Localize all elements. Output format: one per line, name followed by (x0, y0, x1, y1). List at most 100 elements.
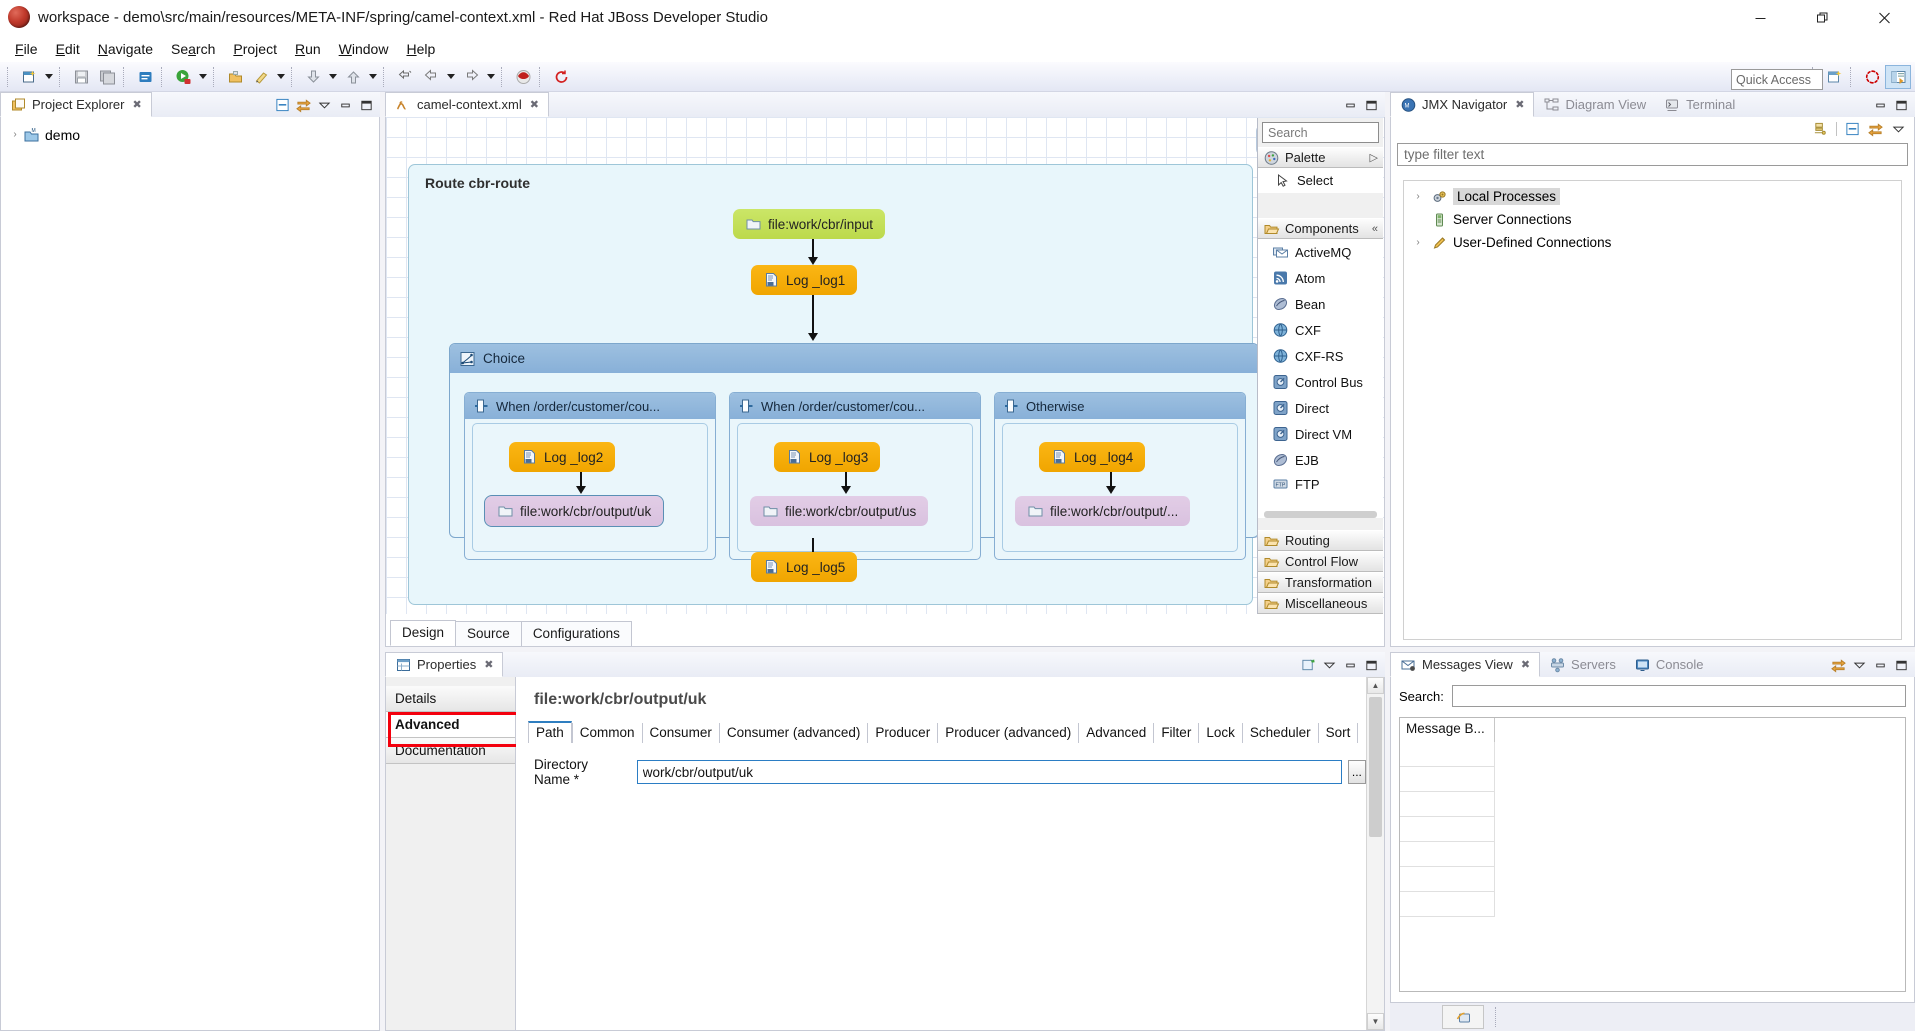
download-icon[interactable] (300, 65, 326, 89)
node-log4[interactable]: Log _log4 (1039, 442, 1145, 472)
palette-item-select[interactable]: Select (1258, 168, 1383, 193)
palette-components-list[interactable]: ActiveMQ Atom Bean CXF (1258, 239, 1383, 518)
close-icon[interactable]: ✖ (132, 98, 141, 111)
run-dropdown[interactable] (196, 65, 210, 89)
tab-diagram-view[interactable]: Diagram View (1534, 92, 1655, 117)
menu-run[interactable]: Run (286, 38, 330, 60)
open-perspective-icon[interactable] (222, 65, 248, 89)
ptab-lock[interactable]: Lock (1198, 723, 1242, 743)
directory-name-input[interactable] (637, 760, 1342, 784)
tab-configurations[interactable]: Configurations (521, 621, 632, 646)
menu-help[interactable]: Help (397, 38, 444, 60)
external-tools-icon[interactable] (248, 65, 274, 89)
node-endpoint-uk[interactable]: file:work/cbr/output/uk (485, 496, 663, 526)
ptab-common[interactable]: Common (572, 723, 642, 743)
view-menu-icon[interactable] (1891, 122, 1906, 137)
server-status-icon[interactable] (1442, 1005, 1484, 1029)
messages-table[interactable]: Message B... (1399, 717, 1906, 992)
expand-arrow-icon[interactable]: › (1410, 191, 1426, 202)
route-container[interactable]: Route cbr-route file:work/cbr/input Log … (408, 164, 1253, 605)
scrollbar-thumb[interactable] (1369, 697, 1382, 837)
jmx-item-server-connections[interactable]: Server Connections (1404, 208, 1901, 231)
collapse-all-icon[interactable] (275, 97, 290, 112)
tab-project-explorer[interactable]: Project Explorer ✖ (0, 92, 152, 117)
new-dropdown[interactable] (42, 65, 56, 89)
palette-header[interactable]: Palette ▷ (1258, 147, 1383, 168)
palette-item-cxf[interactable]: CXF (1258, 317, 1383, 343)
palette-scrollbar[interactable] (1264, 511, 1377, 518)
expand-arrow-icon[interactable]: › (1410, 237, 1426, 248)
ptab-scheduler[interactable]: Scheduler (1242, 723, 1318, 743)
upload-dropdown[interactable] (366, 65, 380, 89)
palette-drawer-transformation[interactable]: Transformation (1258, 572, 1383, 593)
palette-item-direct-vm[interactable]: Direct VM (1258, 421, 1383, 447)
tab-jmx-navigator[interactable]: M JMX Navigator ✖ (1390, 92, 1534, 117)
ptab-sort[interactable]: Sort (1318, 723, 1359, 743)
refresh-icon[interactable] (548, 65, 574, 89)
props-tab-details[interactable]: Details (386, 686, 515, 712)
maximize-icon[interactable] (1894, 657, 1909, 672)
restore-button[interactable] (1791, 0, 1853, 35)
maximize-icon[interactable] (359, 97, 374, 112)
print-icon[interactable] (132, 65, 158, 89)
tab-properties[interactable]: Properties ✖ (385, 652, 503, 677)
tab-servers[interactable]: Servers (1540, 652, 1625, 677)
forward-icon[interactable] (458, 65, 484, 89)
node-log2[interactable]: Log _log2 (509, 442, 615, 472)
ptab-producer-advanced[interactable]: Producer (advanced) (937, 723, 1078, 743)
ptab-path[interactable]: Path (528, 721, 572, 743)
view-menu-icon[interactable] (1322, 657, 1337, 672)
palette-item-control-bus[interactable]: Control Bus (1258, 369, 1383, 395)
menu-navigate[interactable]: Navigate (89, 38, 162, 60)
node-file-input[interactable]: file:work/cbr/input (733, 209, 885, 239)
when-branch-2[interactable]: When /order/customer/cou... Log _log3 (729, 392, 981, 560)
tab-console[interactable]: Console (1625, 652, 1713, 677)
messages-search-input[interactable] (1452, 685, 1906, 707)
minimize-icon[interactable] (1343, 97, 1358, 112)
java-ee-perspective-icon[interactable] (1885, 65, 1911, 89)
tree-item-demo[interactable]: › M demo (1, 123, 379, 146)
view-menu-icon[interactable] (1852, 657, 1867, 672)
maximize-icon[interactable] (1364, 657, 1379, 672)
collapse-icon[interactable]: « (1372, 223, 1378, 235)
link-icon[interactable] (1868, 122, 1883, 137)
upload-icon[interactable] (340, 65, 366, 89)
tab-messages-view[interactable]: Messages View ✖ (1390, 652, 1540, 677)
collapse-all-icon[interactable] (1845, 122, 1860, 137)
ptab-filter[interactable]: Filter (1153, 723, 1198, 743)
run-icon[interactable] (170, 65, 196, 89)
column-header-message-body[interactable]: Message B... (1400, 718, 1495, 742)
pin-icon[interactable] (1301, 657, 1316, 672)
close-icon[interactable]: ✖ (1515, 98, 1524, 111)
node-log3[interactable]: Log _log3 (774, 442, 880, 472)
menu-project[interactable]: Project (224, 38, 286, 60)
tab-source[interactable]: Source (455, 621, 522, 646)
view-menu-icon[interactable] (317, 97, 332, 112)
choice-container[interactable]: Choice When /order/customer/cou... (449, 343, 1259, 538)
palette-search-input[interactable]: Search (1262, 122, 1379, 143)
menu-file[interactable]: File (6, 38, 47, 60)
save-all-icon[interactable] (94, 65, 120, 89)
jmx-item-local-processes[interactable]: › Local Processes (1404, 185, 1901, 208)
link-with-editor-icon[interactable] (296, 97, 311, 112)
route-diagram-canvas[interactable]: Route cbr-route file:work/cbr/input Log … (386, 117, 1384, 614)
minimize-icon[interactable] (1873, 657, 1888, 672)
menu-window[interactable]: Window (330, 38, 398, 60)
node-log1[interactable]: Log _log1 (751, 265, 857, 295)
jmx-filter-input[interactable]: type filter text (1397, 143, 1908, 166)
open-perspective-icon[interactable] (1821, 65, 1847, 89)
palette-item-bean[interactable]: Bean (1258, 291, 1383, 317)
ptab-advanced[interactable]: Advanced (1078, 723, 1153, 743)
expand-arrow-icon[interactable]: › (7, 129, 23, 140)
close-button[interactable] (1853, 0, 1915, 35)
close-icon[interactable]: ✖ (1521, 658, 1530, 671)
palette-drawer-miscellaneous[interactable]: Miscellaneous (1258, 593, 1383, 614)
minimize-icon[interactable] (1343, 657, 1358, 672)
tab-camel-context-xml[interactable]: camel-context.xml ✖ (385, 92, 549, 117)
node-log5[interactable]: Log _log5 (751, 552, 857, 582)
scroll-up-icon[interactable]: ▲ (1367, 677, 1384, 694)
menu-search[interactable]: Search (162, 38, 224, 60)
download-dropdown[interactable] (326, 65, 340, 89)
red-hat-icon[interactable] (1859, 65, 1885, 89)
jmx-tree[interactable]: › Local Processes Server Connections › U… (1403, 180, 1902, 640)
